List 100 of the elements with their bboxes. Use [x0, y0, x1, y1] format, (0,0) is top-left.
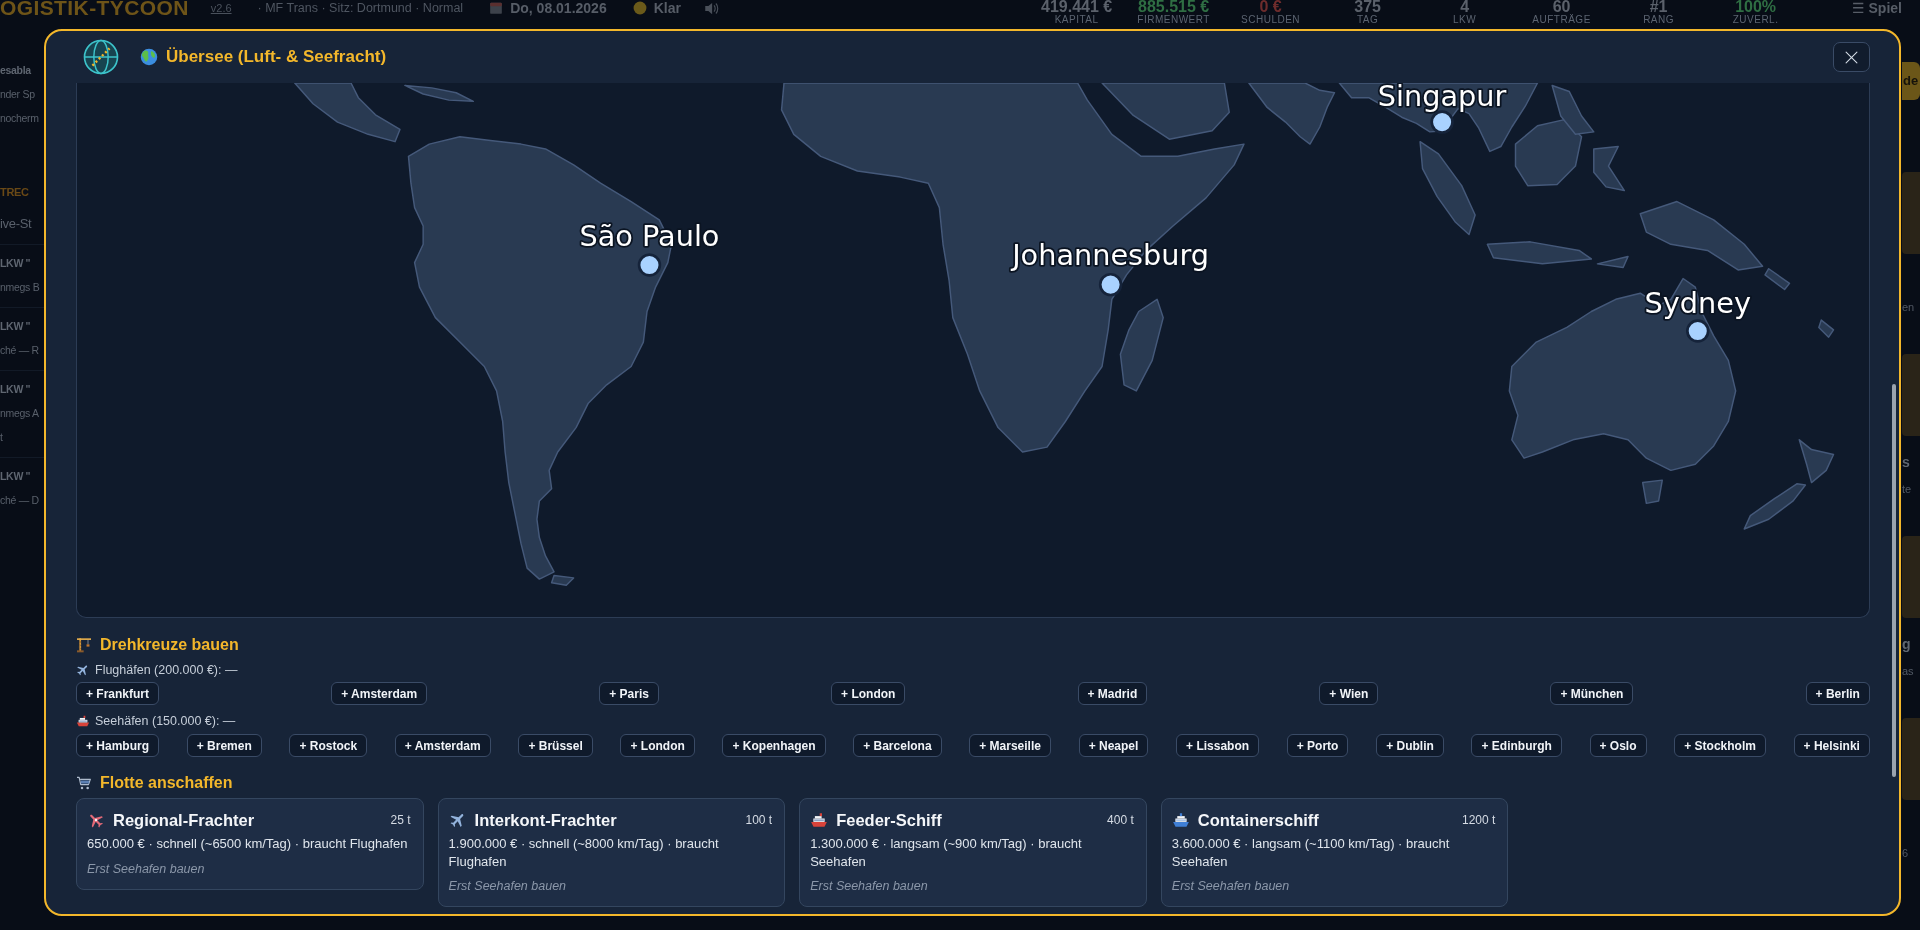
- hub-button[interactable]: + London: [620, 734, 695, 757]
- stat-label: FIRMENWERT: [1137, 15, 1210, 25]
- landmass: [1593, 145, 1626, 192]
- stat-value: 4: [1460, 0, 1470, 14]
- hub-button[interactable]: + Amsterdam: [394, 734, 491, 757]
- card-title: s: [1902, 454, 1911, 470]
- stat-value: 0 €: [1259, 0, 1282, 14]
- capacity-label: 1200 t: [1462, 813, 1496, 827]
- hub-button[interactable]: + Oslo: [1589, 734, 1647, 757]
- hub-button[interactable]: + London: [831, 682, 906, 705]
- brand-title: OGISTIK-TYCOON: [0, 0, 189, 16]
- capacity-label: 100 t: [745, 813, 773, 827]
- panel-text: nder Sp: [0, 87, 36, 102]
- truck-status: ché — R: [0, 343, 40, 358]
- crane-icon: [76, 637, 92, 653]
- card-subtitle: en: [1902, 300, 1916, 314]
- vehicle-name: Interkont-Frachter: [474, 810, 617, 830]
- truck-status: nmegs A: [0, 406, 40, 421]
- hub-button[interactable]: + Dublin: [1376, 734, 1444, 757]
- capacity-label: 400 t: [1107, 813, 1134, 827]
- truck-title: LKW ": [0, 256, 32, 271]
- company-info: · MF Trans · Sitz: Dortmund · Normal: [257, 1, 464, 15]
- requirement-note: Erst Seehafen bauen: [1171, 878, 1291, 895]
- weather-label: Klar: [653, 0, 681, 16]
- truck-status: ché — D: [0, 493, 40, 508]
- capacity-label: 25 t: [390, 813, 411, 827]
- card-subtitle: as: [1902, 664, 1915, 678]
- panel-text: nocherm: [0, 111, 40, 126]
- earth-icon: [140, 48, 158, 66]
- hub-button[interactable]: + Kopenhagen: [722, 734, 826, 757]
- hub-button[interactable]: + Berlin: [1805, 682, 1870, 705]
- ship-icon: [76, 714, 90, 728]
- requirement-note: Erst Seehafen bauen: [810, 878, 929, 895]
- vehicle-name: Feeder-Schiff: [836, 810, 942, 830]
- panel-title: esabla: [0, 63, 32, 78]
- hub-button[interactable]: + Neapel: [1078, 734, 1149, 757]
- stat-value: 60: [1552, 0, 1571, 14]
- stat-label: SCHULDEN: [1241, 15, 1301, 25]
- truck-status: t: [0, 430, 4, 445]
- stat-label: ZUVERL.: [1732, 15, 1779, 25]
- scrollbar[interactable]: [1892, 384, 1896, 777]
- city-label: São Paulo: [579, 218, 720, 253]
- city-marker[interactable]: [1430, 110, 1454, 134]
- hub-button[interactable]: + Barcelona: [853, 734, 942, 757]
- section-heading: TREC: [0, 185, 30, 200]
- vehicle-description: 650.000 € · schnell (~6500 km/Tag) · braucht Flughafen: [87, 835, 409, 853]
- hub-button[interactable]: + Brüssel: [518, 734, 593, 757]
- ship-icon: [810, 811, 829, 829]
- sun-icon: [632, 1, 647, 15]
- city-marker[interactable]: [637, 253, 662, 277]
- hub-button[interactable]: + Marseille: [969, 734, 1051, 757]
- stat-label: LKW: [1453, 15, 1477, 25]
- group-label: Flughäfen (200.000 €): —: [95, 663, 238, 677]
- airplane-icon: [76, 663, 90, 677]
- hub-button[interactable]: + Amsterdam: [331, 682, 428, 705]
- hub-button[interactable]: + Porto: [1286, 734, 1349, 757]
- stat-value: 885.515 €: [1138, 0, 1210, 14]
- hub-button[interactable]: + Bremen: [186, 734, 262, 757]
- stat-label: TAG: [1356, 15, 1379, 25]
- city-marker[interactable]: [1098, 272, 1123, 297]
- dialog-title: Übersee (Luft- & Seefracht): [166, 47, 387, 67]
- hub-button[interactable]: + Helsinki: [1793, 734, 1870, 757]
- card-subtitle: 6: [1902, 846, 1910, 860]
- hub-button[interactable]: + Stockholm: [1674, 734, 1766, 757]
- landmass: [1641, 479, 1663, 505]
- stat-label: KAPITAL: [1054, 15, 1099, 25]
- section-subtitle: ive-St: [0, 215, 33, 233]
- stat-value: 100%: [1735, 0, 1777, 14]
- stat-value: 375: [1354, 0, 1381, 14]
- landmass: [1818, 319, 1835, 338]
- hub-button[interactable]: + Madrid: [1077, 682, 1148, 705]
- card-title: g: [1902, 636, 1912, 652]
- truck-title: LKW ": [0, 319, 32, 334]
- truck-status: nmegs B: [0, 280, 41, 295]
- section-heading: Drehkreuze bauen: [100, 636, 239, 654]
- close-button[interactable]: [1833, 42, 1870, 72]
- hub-button[interactable]: + Lissabon: [1176, 734, 1260, 757]
- group-label: Seehäfen (150.000 €): —: [95, 714, 236, 728]
- hub-button[interactable]: + Wien: [1319, 682, 1379, 705]
- hub-button[interactable]: + Rostock: [289, 734, 368, 757]
- hub-button[interactable]: + München: [1550, 682, 1634, 705]
- vehicle-name: Containerschiff: [1197, 810, 1319, 830]
- hub-button[interactable]: + Paris: [599, 682, 659, 705]
- hub-button[interactable]: + Edinburgh: [1471, 734, 1562, 757]
- close-icon: [1845, 50, 1858, 64]
- vehicle-description: 3.600.000 € · langsam (~1100 km/Tag) · braucht Seehafen: [1171, 835, 1451, 870]
- hub-button[interactable]: + Hamburg: [76, 734, 159, 757]
- city-marker[interactable]: [1686, 319, 1710, 343]
- truck-title: LKW ": [0, 469, 32, 484]
- globe-route-icon: [83, 39, 119, 75]
- section-heading: Flotte anschaffen: [100, 774, 233, 792]
- stat-value: 419.441 €: [1041, 0, 1113, 14]
- ship-icon: [1171, 811, 1190, 829]
- city-label: Johannesburg: [1012, 238, 1210, 273]
- vehicle-name: Regional-Frachter: [113, 810, 255, 830]
- hub-button[interactable]: + Frankfurt: [76, 682, 159, 705]
- city-label: Sydney: [1644, 285, 1751, 320]
- vehicle-description: 1.900.000 € · schnell (~8000 km/Tag) · braucht Flughafen: [448, 835, 720, 870]
- stat-label: RANG: [1643, 15, 1675, 25]
- calendar-icon: [489, 1, 504, 15]
